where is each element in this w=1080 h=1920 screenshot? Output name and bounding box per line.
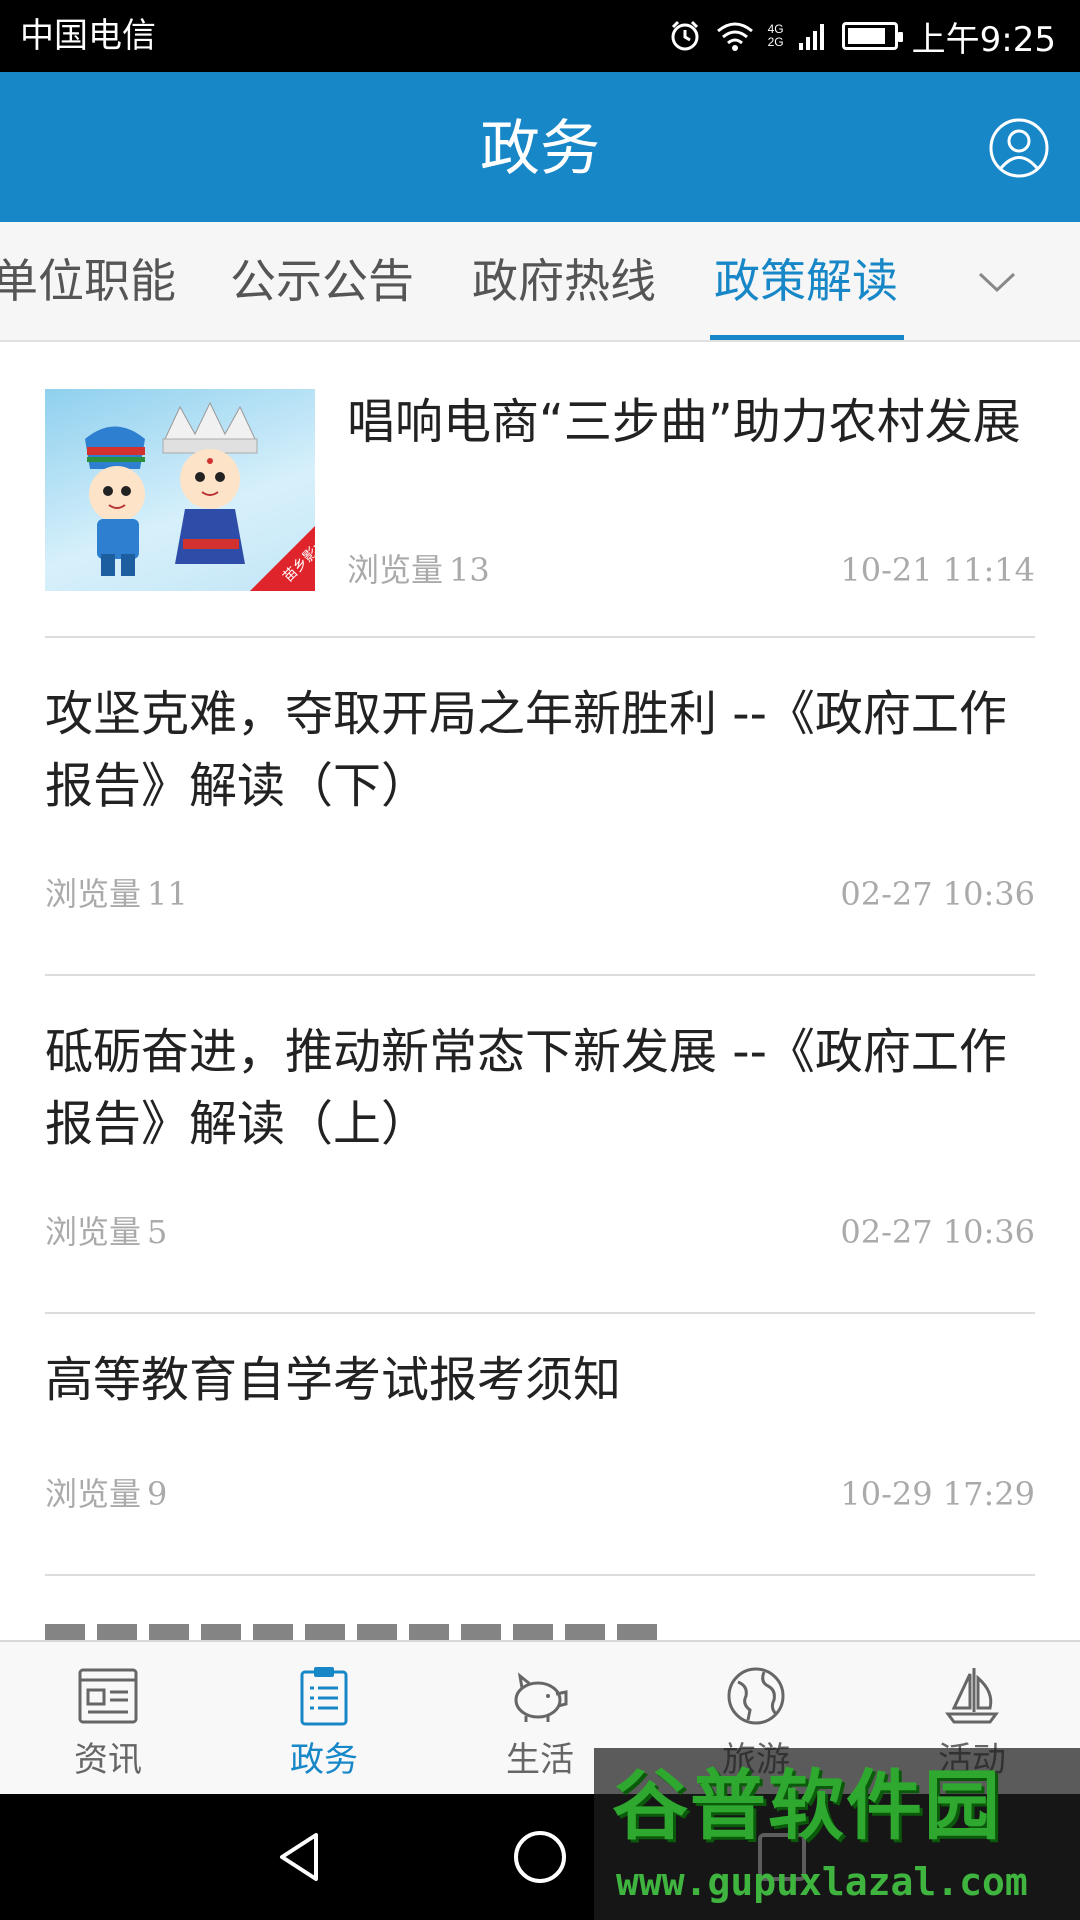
views-label: 浏览量 [45, 1213, 142, 1251]
tabs-more-button[interactable] [972, 262, 1022, 302]
app-header: 政务 [0, 72, 1080, 222]
news-thumbnail: 苗乡影水 [45, 389, 315, 591]
watermark-logo: 谷普软件园 [612, 1761, 1002, 1850]
views-count: 5 [147, 1213, 168, 1251]
system-back-button[interactable] [270, 1827, 330, 1887]
news-title[interactable]: 高等教育自学考试报考须知 [45, 1344, 1035, 1416]
tab-government-hotline[interactable]: 政府热线 [472, 252, 656, 310]
signal-icon [798, 21, 828, 51]
piggy-bank-icon [514, 1672, 568, 1722]
carrier-name: 中国电信 [20, 16, 156, 56]
news-time: 10-21 11:14 [840, 551, 1035, 589]
system-home-button[interactable] [510, 1827, 570, 1887]
views-count: 11 [147, 875, 188, 913]
watermark: 谷普软件园 www.gupuxlazal.com [594, 1748, 1080, 1920]
status-bar: 中国电信 4G 2G 上午9:25 [0, 0, 1080, 72]
news-icon [78, 1668, 138, 1724]
news-views: 浏览量 5 [45, 1212, 167, 1252]
news-views: 浏览量 13 [347, 550, 490, 590]
news-item-partial[interactable] [45, 1576, 1035, 1640]
battery-icon [841, 22, 903, 50]
news-time: 02-27 10:36 [840, 875, 1035, 913]
news-time: 10-29 17:29 [840, 1475, 1035, 1513]
alarm-icon [668, 19, 702, 53]
news-item[interactable]: 高等教育自学考试报考须知 浏览量 9 10-29 17:29 [45, 1314, 1035, 1576]
clipboard-icon [300, 1667, 348, 1726]
tab-unit-functions[interactable]: 单位职能 [0, 252, 176, 310]
wifi-icon [716, 20, 754, 52]
miao-couple-illustration: 苗乡影水 [85, 401, 315, 591]
nav-label-government: 政务 [290, 1740, 358, 1780]
sailboat-icon [945, 1668, 999, 1724]
active-tab-indicator [710, 335, 904, 340]
views-label: 浏览量 [45, 875, 142, 913]
news-title[interactable]: 攻坚克难，夺取开局之年新胜利 --《政府工作报告》解读（下） [45, 678, 1035, 822]
news-views: 浏览量 11 [45, 874, 188, 914]
battery-level [847, 28, 886, 44]
clock: 上午9:25 [911, 19, 1056, 60]
category-tabs: 单位职能 公示公告 政府热线 政策解读 [0, 222, 1080, 342]
chevron-down-icon [978, 272, 1016, 293]
news-item[interactable]: 苗乡影水 唱响电商“三步曲”助力农村发展 浏览量 13 10-21 11:14 [45, 344, 1035, 638]
news-title[interactable]: 砥砺奋进，推动新常态下新发展 --《政府工作报告》解读（上） [45, 1016, 1035, 1160]
globe-icon [727, 1667, 785, 1725]
nav-item-government[interactable]: 政务 [216, 1642, 432, 1796]
news-views: 浏览量 9 [45, 1474, 167, 1514]
page-title: 政务 [480, 114, 600, 184]
views-label: 浏览量 [347, 551, 444, 589]
tab-public-notices[interactable]: 公示公告 [230, 252, 414, 310]
network-type-2g: 2G [767, 35, 784, 49]
news-title[interactable]: 唱响电商“三步曲”助力农村发展 [347, 386, 1035, 458]
watermark-url: www.gupuxlazal.com [616, 1860, 1028, 1904]
nav-label-news: 资讯 [74, 1740, 142, 1780]
views-label: 浏览量 [45, 1475, 142, 1513]
tab-policy-interpretation[interactable]: 政策解读 [714, 252, 898, 310]
status-icons: 4G 2G 上午9:25 [668, 14, 1056, 60]
nav-item-news[interactable]: 资讯 [0, 1642, 216, 1796]
news-item[interactable]: 砥砺奋进，推动新常态下新发展 --《政府工作报告》解读（上） 浏览量 5 02-2… [45, 976, 1035, 1314]
views-count: 9 [147, 1475, 168, 1513]
user-profile-icon [989, 118, 1049, 178]
partial-title-cutoff [45, 1624, 665, 1640]
home-icon [514, 1831, 566, 1883]
views-count: 13 [449, 551, 490, 589]
network-type: 4G 2G [768, 23, 784, 49]
news-item[interactable]: 攻坚克难，夺取开局之年新胜利 --《政府工作报告》解读（下） 浏览量 11 02-… [45, 638, 1035, 976]
news-time: 02-27 10:36 [840, 1213, 1035, 1251]
user-profile-button[interactable] [988, 117, 1050, 179]
news-list: 苗乡影水 唱响电商“三步曲”助力农村发展 浏览量 13 10-21 11:14 攻… [0, 344, 1080, 1640]
back-icon [280, 1833, 318, 1881]
